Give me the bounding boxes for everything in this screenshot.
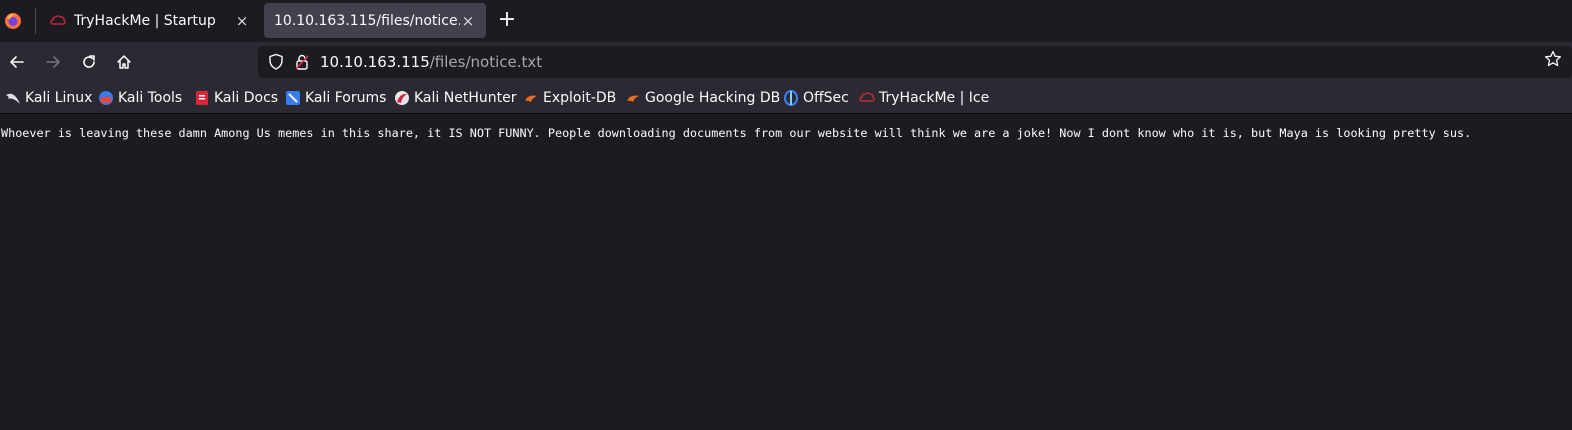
bookmark-label: Kali Forums bbox=[305, 90, 387, 106]
tab-title: 10.10.163.115/files/notice.txt bbox=[274, 12, 460, 29]
notice-text: Whoever is leaving these damn Among Us m… bbox=[1, 126, 1472, 140]
forward-button[interactable] bbox=[41, 50, 65, 74]
exploit-db-icon bbox=[523, 90, 539, 106]
tab-bar: TryHackMe | Startup × 10.10.163.115/file… bbox=[0, 0, 1572, 42]
bookmark-offsec[interactable]: OffSec bbox=[783, 88, 849, 108]
bookmark-label: Kali Linux bbox=[25, 90, 93, 106]
bookmark-kali-docs[interactable]: Kali Docs bbox=[194, 88, 278, 108]
new-tab-button[interactable]: + bbox=[494, 8, 520, 34]
bookmark-label: OffSec bbox=[803, 90, 849, 106]
bookmark-tryhackme-ice[interactable]: TryHackMe | Ice bbox=[859, 88, 989, 108]
shield-icon[interactable] bbox=[268, 53, 284, 75]
bookmark-exploit-db[interactable]: Exploit-DB bbox=[523, 88, 616, 108]
page-content: Whoever is leaving these damn Among Us m… bbox=[0, 114, 1572, 430]
kali-forums-icon bbox=[285, 90, 301, 106]
tab-title: TryHackMe | Startup bbox=[74, 12, 216, 29]
bookmark-star-icon[interactable] bbox=[1544, 50, 1562, 72]
bookmark-kali-linux[interactable]: Kali Linux bbox=[5, 88, 92, 108]
bookmark-kali-forums[interactable]: Kali Forums bbox=[285, 88, 386, 108]
tab-divider bbox=[35, 8, 36, 34]
reload-button[interactable] bbox=[77, 50, 101, 74]
bookmark-label: Kali Tools bbox=[118, 90, 183, 106]
bookmark-label: Google Hacking DB bbox=[645, 90, 781, 106]
tryhackme-icon bbox=[859, 90, 875, 106]
kali-dragon-icon bbox=[5, 90, 21, 106]
tab-tryhackme-startup[interactable]: TryHackMe | Startup × bbox=[40, 3, 260, 38]
back-button[interactable] bbox=[5, 50, 29, 74]
firefox-icon[interactable] bbox=[0, 4, 26, 38]
back-arrow-icon bbox=[10, 56, 24, 68]
home-button[interactable] bbox=[112, 50, 136, 74]
reload-icon bbox=[83, 55, 95, 68]
bookmark-google-hacking-db[interactable]: Google Hacking DB bbox=[625, 88, 780, 108]
offsec-icon bbox=[783, 90, 799, 106]
tryhackme-icon bbox=[50, 13, 66, 29]
nethunter-icon bbox=[394, 90, 410, 106]
url-text[interactable]: 10.10.163.115/files/notice.txt bbox=[320, 53, 542, 71]
kali-docs-icon bbox=[194, 90, 210, 106]
bookmark-kali-tools[interactable]: Kali Tools bbox=[98, 88, 182, 108]
bookmark-kali-nethunter[interactable]: Kali NetHunter bbox=[394, 88, 516, 108]
bookmark-label: Exploit-DB bbox=[543, 90, 617, 106]
kali-tools-icon bbox=[98, 90, 114, 106]
bookmark-label: Kali Docs bbox=[214, 90, 279, 106]
address-bar[interactable]: 10.10.163.115/files/notice.txt bbox=[258, 46, 1572, 78]
home-icon bbox=[117, 55, 131, 69]
tab-notice-txt[interactable]: 10.10.163.115/files/notice.txt × bbox=[264, 3, 486, 38]
bookmark-label: TryHackMe | Ice bbox=[879, 90, 990, 106]
close-tab-icon[interactable]: × bbox=[234, 13, 250, 29]
insecure-lock-icon[interactable] bbox=[294, 53, 310, 75]
bookmarks-toolbar: Kali Linux Kali Tools Kali Docs Kali For… bbox=[0, 82, 1572, 114]
url-path: /files/notice.txt bbox=[429, 53, 543, 71]
url-host: 10.10.163.115 bbox=[320, 53, 430, 71]
close-tab-icon[interactable]: × bbox=[460, 13, 476, 29]
bookmark-label: Kali NetHunter bbox=[414, 90, 517, 106]
forward-arrow-icon bbox=[46, 56, 60, 68]
ghdb-icon bbox=[625, 90, 641, 106]
navigation-toolbar: 10.10.163.115/files/notice.txt bbox=[0, 42, 1572, 82]
